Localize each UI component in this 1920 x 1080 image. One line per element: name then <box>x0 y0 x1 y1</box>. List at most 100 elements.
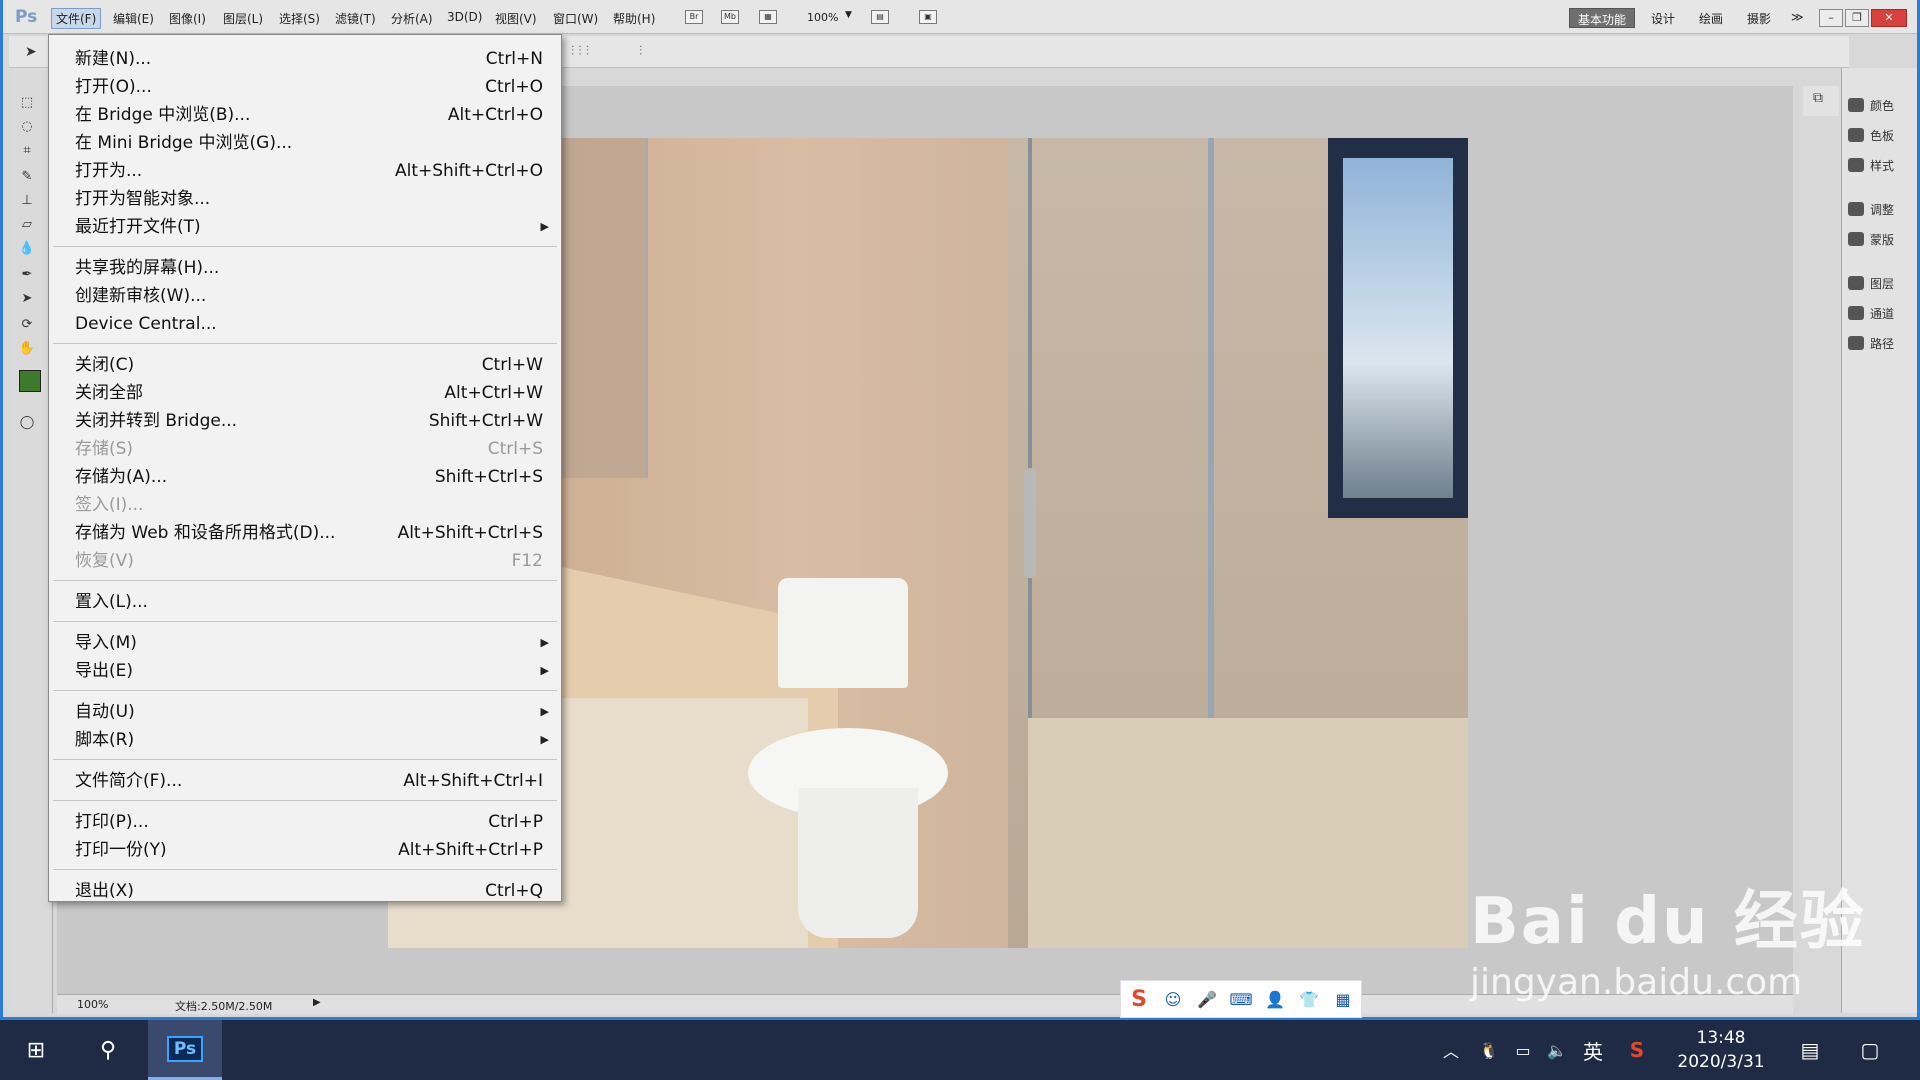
align-icon[interactable]: ⫶ ⫶ ⫶ <box>571 44 589 59</box>
close-icon[interactable]: ✕ <box>1871 9 1907 27</box>
file-menu-item[interactable]: 打开(O)... Ctrl+O <box>49 73 561 101</box>
panel-layers[interactable]: 图层 <box>1848 270 1914 296</box>
search-icon[interactable]: ⚲ <box>88 1020 128 1080</box>
user-icon[interactable]: 👤 <box>1263 987 1287 1011</box>
lasso-tool-icon[interactable]: ◌ <box>17 118 37 136</box>
panel-channels[interactable]: 通道 <box>1848 300 1914 326</box>
clock[interactable]: 13:48 2020/3/31 <box>1666 1026 1776 1074</box>
file-menu-item[interactable]: 自动(U) ▶ <box>49 698 561 726</box>
chevron-down-icon[interactable]: ▼ <box>845 10 852 20</box>
file-menu-item: 恢复(V) F12 <box>49 547 561 575</box>
quick-mask-icon[interactable]: ◯ <box>17 414 37 432</box>
foreground-color-swatch[interactable] <box>19 370 41 392</box>
file-menu-item[interactable]: 打开为智能对象... <box>49 185 561 213</box>
show-hidden-icons-icon[interactable]: ︿ <box>1436 1020 1466 1080</box>
minibridge-button[interactable]: Mb <box>721 10 739 24</box>
taskbar-photoshop[interactable]: Ps <box>148 1020 222 1080</box>
blur-tool-icon[interactable]: 💧 <box>17 240 37 258</box>
screen-mode-icon[interactable]: ▣ <box>919 10 937 24</box>
file-menu-item[interactable]: 退出(X) Ctrl+Q <box>49 877 561 905</box>
file-menu-item[interactable]: 打印(P)... Ctrl+P <box>49 808 561 836</box>
file-menu-item[interactable]: 存储为(A)... Shift+Ctrl+S <box>49 463 561 491</box>
file-menu-item[interactable]: 导入(M) ▶ <box>49 629 561 657</box>
menu-window[interactable]: 窗口(W) <box>549 9 602 28</box>
menu-item-shortcut: Alt+Ctrl+W <box>444 383 543 403</box>
stamp-tool-icon[interactable]: ⊥ <box>17 192 37 210</box>
microphone-icon[interactable]: 🎤 <box>1195 987 1219 1011</box>
battery-icon[interactable]: ▭ <box>1508 1020 1538 1080</box>
menu-filter[interactable]: 滤镜(T) <box>331 9 380 28</box>
volume-icon[interactable]: 🔈 <box>1542 1020 1572 1080</box>
view-extras-icon[interactable]: ▦ <box>759 10 777 24</box>
file-menu-item[interactable]: 脚本(R) ▶ <box>49 726 561 754</box>
file-menu-item[interactable]: 置入(L)... <box>49 588 561 616</box>
workspace-design[interactable]: 设计 <box>1643 8 1683 28</box>
file-menu-item[interactable]: 新建(N)... Ctrl+N <box>49 45 561 73</box>
workspace-essentials[interactable]: 基本功能 <box>1569 8 1636 28</box>
file-menu-item[interactable]: 关闭并转到 Bridge... Shift+Ctrl+W <box>49 407 561 435</box>
file-menu-item[interactable]: 打开为... Alt+Shift+Ctrl+O <box>49 157 561 185</box>
menu-view[interactable]: 视图(V) <box>491 9 541 28</box>
menu-3d[interactable]: 3D(D) <box>443 9 486 25</box>
file-menu-item[interactable]: 导出(E) ▶ <box>49 657 561 685</box>
menu-edit[interactable]: 编辑(E) <box>109 9 158 28</box>
file-menu-item[interactable]: 共享我的屏幕(H)... <box>49 254 561 282</box>
history-icon[interactable]: ⧉ <box>1813 90 1823 106</box>
input-language[interactable]: 英 <box>1578 1020 1608 1080</box>
move-tool-icon[interactable]: ➤ <box>25 44 37 60</box>
workspace-photography[interactable]: 摄影 <box>1739 8 1779 28</box>
panel-masks[interactable]: 蒙版 <box>1848 226 1914 252</box>
qq-icon[interactable]: 🐧 <box>1474 1020 1504 1080</box>
menu-layer[interactable]: 图层(L) <box>219 9 267 28</box>
menu-help[interactable]: 帮助(H) <box>609 9 659 28</box>
windows-start-icon[interactable]: ⊞ <box>16 1020 56 1080</box>
minimize-icon[interactable]: – <box>1819 9 1843 27</box>
workspace-painting[interactable]: 绘画 <box>1691 8 1731 28</box>
file-menu-item[interactable]: Device Central... <box>49 310 561 338</box>
grid-icon[interactable]: ▦ <box>1331 987 1355 1011</box>
skin-icon[interactable]: 👕 <box>1297 987 1321 1011</box>
path-select-icon[interactable]: ➤ <box>17 290 37 308</box>
marquee-tool-icon[interactable]: ⬚ <box>17 94 37 112</box>
more-workspaces-icon[interactable]: ≫ <box>1783 8 1812 28</box>
emoji-icon[interactable]: ☺ <box>1161 987 1185 1011</box>
file-menu-item[interactable]: 文件简介(F)... Alt+Shift+Ctrl+I <box>49 767 561 795</box>
arrange-documents-icon[interactable]: ▤ <box>871 10 889 24</box>
menu-analysis[interactable]: 分析(A) <box>387 9 437 28</box>
keyboard-icon[interactable]: ⌨ <box>1229 987 1253 1011</box>
menu-separator <box>53 690 557 691</box>
sogou-tray-icon[interactable]: S <box>1622 1020 1652 1080</box>
file-menu-item[interactable]: 在 Mini Bridge 中浏览(G)... <box>49 129 561 157</box>
panel-paths[interactable]: 路径 <box>1848 330 1914 356</box>
menu-select[interactable]: 选择(S) <box>275 9 324 28</box>
file-menu-item[interactable]: 关闭全部 Alt+Ctrl+W <box>49 379 561 407</box>
healing-brush-icon[interactable]: ✎ <box>17 168 37 186</box>
status-zoom[interactable]: 100% <box>77 998 108 1011</box>
menu-image[interactable]: 图像(I) <box>165 9 210 28</box>
3d-rotate-icon[interactable]: ⟳ <box>17 316 37 334</box>
file-menu-item[interactable]: 在 Bridge 中浏览(B)... Alt+Ctrl+O <box>49 101 561 129</box>
restore-icon[interactable]: ❐ <box>1845 9 1869 27</box>
file-menu-item[interactable]: 打印一份(Y) Alt+Shift+Ctrl+P <box>49 836 561 864</box>
action-center-icon[interactable]: ▢ <box>1852 1020 1888 1080</box>
eraser-tool-icon[interactable]: ▱ <box>17 216 37 234</box>
panel-styles[interactable]: 样式 <box>1848 152 1914 178</box>
file-menu-item[interactable]: 最近打开文件(T) ▶ <box>49 213 561 241</box>
crop-tool-icon[interactable]: ⌗ <box>17 142 37 160</box>
pen-tool-icon[interactable]: ✒ <box>17 266 37 284</box>
panel-adjustments[interactable]: 调整 <box>1848 196 1914 222</box>
distribute-icon[interactable]: ⫶ <box>639 44 642 59</box>
menu-item-label: 关闭(C) <box>75 355 135 375</box>
panel-color[interactable]: 颜色 <box>1848 92 1914 118</box>
bridge-button[interactable]: Br <box>685 10 703 24</box>
menu-file[interactable]: 文件(F) <box>51 8 102 29</box>
status-arrow-icon[interactable]: ▶ <box>313 997 321 1008</box>
file-menu-item[interactable]: 创建新审核(W)... <box>49 282 561 310</box>
notes-icon[interactable]: ▤ <box>1792 1020 1828 1080</box>
file-menu-item[interactable]: 关闭(C) Ctrl+W <box>49 351 561 379</box>
zoom-level-select[interactable]: 100% <box>807 11 838 24</box>
sogou-icon[interactable]: S <box>1127 987 1151 1012</box>
panel-swatches[interactable]: 色板 <box>1848 122 1914 148</box>
file-menu-item[interactable]: 存储为 Web 和设备所用格式(D)... Alt+Shift+Ctrl+S <box>49 519 561 547</box>
hand-tool-icon[interactable]: ✋ <box>17 340 37 358</box>
